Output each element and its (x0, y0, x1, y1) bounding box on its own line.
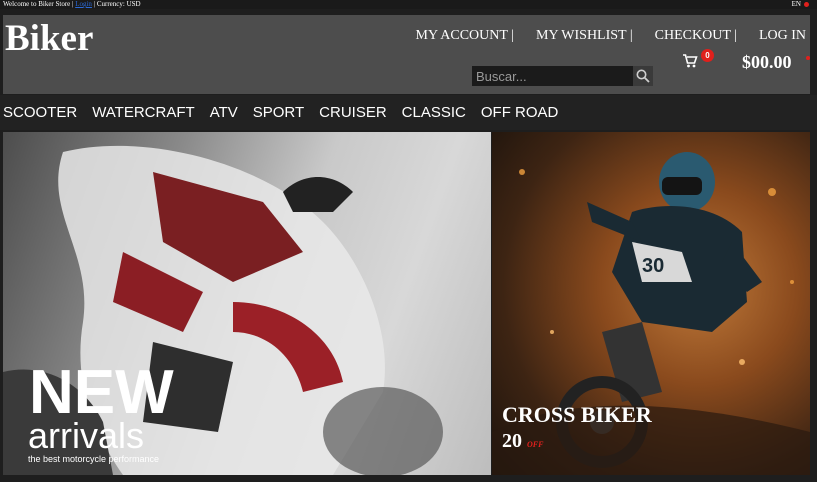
nav-log-in[interactable]: LOG IN (759, 28, 806, 44)
login-link[interactable]: Login (75, 0, 92, 8)
svg-text:30: 30 (642, 255, 664, 277)
nav-checkout[interactable]: CHECKOUT | (655, 28, 737, 44)
nav-my-account[interactable]: MY ACCOUNT | (416, 28, 515, 44)
category-scooter[interactable]: SCOOTER (3, 104, 77, 121)
cross-biker-title: CROSS BIKER (502, 402, 652, 427)
account-nav: MY ACCOUNT | MY WISHLIST | CHECKOUT | LO… (394, 28, 807, 44)
site-header: Biker MY ACCOUNT | MY WISHLIST | CHECKOU… (3, 15, 810, 94)
discount-value: 20 (502, 430, 522, 452)
hero-new-arrivals[interactable]: NEW arrivals the best motorcycle perform… (3, 132, 491, 475)
search-box (472, 66, 653, 86)
cross-biker-offer: 20 OFF (502, 430, 543, 453)
welcome-text: Welcome to Biker Store | (3, 0, 74, 8)
language-label: EN (791, 0, 801, 8)
bottom-strip (0, 475, 817, 482)
cart-total[interactable]: $00.00 (742, 52, 792, 73)
hero-tagline: the best motorcycle performance (28, 454, 160, 464)
category-watercraft[interactable]: WATERCRAFT (92, 104, 195, 121)
category-off-road[interactable]: OFF ROAD (481, 104, 559, 121)
search-button[interactable] (633, 66, 653, 86)
category-cruiser[interactable]: CRUISER (319, 104, 387, 121)
language-dot-icon (804, 1, 809, 7)
welcome-line: Welcome to Biker Store | Login | Currenc… (3, 0, 141, 8)
category-nav: SCOOTER WATERCRAFT ATV SPORT CRUISER CLA… (0, 95, 817, 130)
category-classic[interactable]: CLASSIC (402, 104, 466, 121)
hero-arrivals-subtitle: arrivals (28, 415, 145, 456)
hero-cross-biker[interactable]: 30 CROSS BIKER 20 OFF (492, 132, 810, 475)
cart-icon[interactable] (682, 53, 698, 69)
site-logo[interactable]: Biker (5, 19, 93, 59)
category-sport[interactable]: SPORT (253, 104, 304, 121)
top-bar: Welcome to Biker Store | Login | Currenc… (0, 0, 817, 9)
cart-indicator-dot (806, 56, 810, 60)
search-input[interactable] (472, 66, 633, 86)
search-icon (636, 69, 650, 83)
nav-my-wishlist[interactable]: MY WISHLIST | (536, 28, 633, 44)
cart-count-badge: 0 (701, 49, 714, 62)
category-atv[interactable]: ATV (210, 104, 238, 121)
off-label: OFF (527, 440, 544, 449)
language-selector[interactable]: EN (792, 0, 809, 8)
currency-text[interactable]: | Currency: USD (94, 0, 141, 8)
